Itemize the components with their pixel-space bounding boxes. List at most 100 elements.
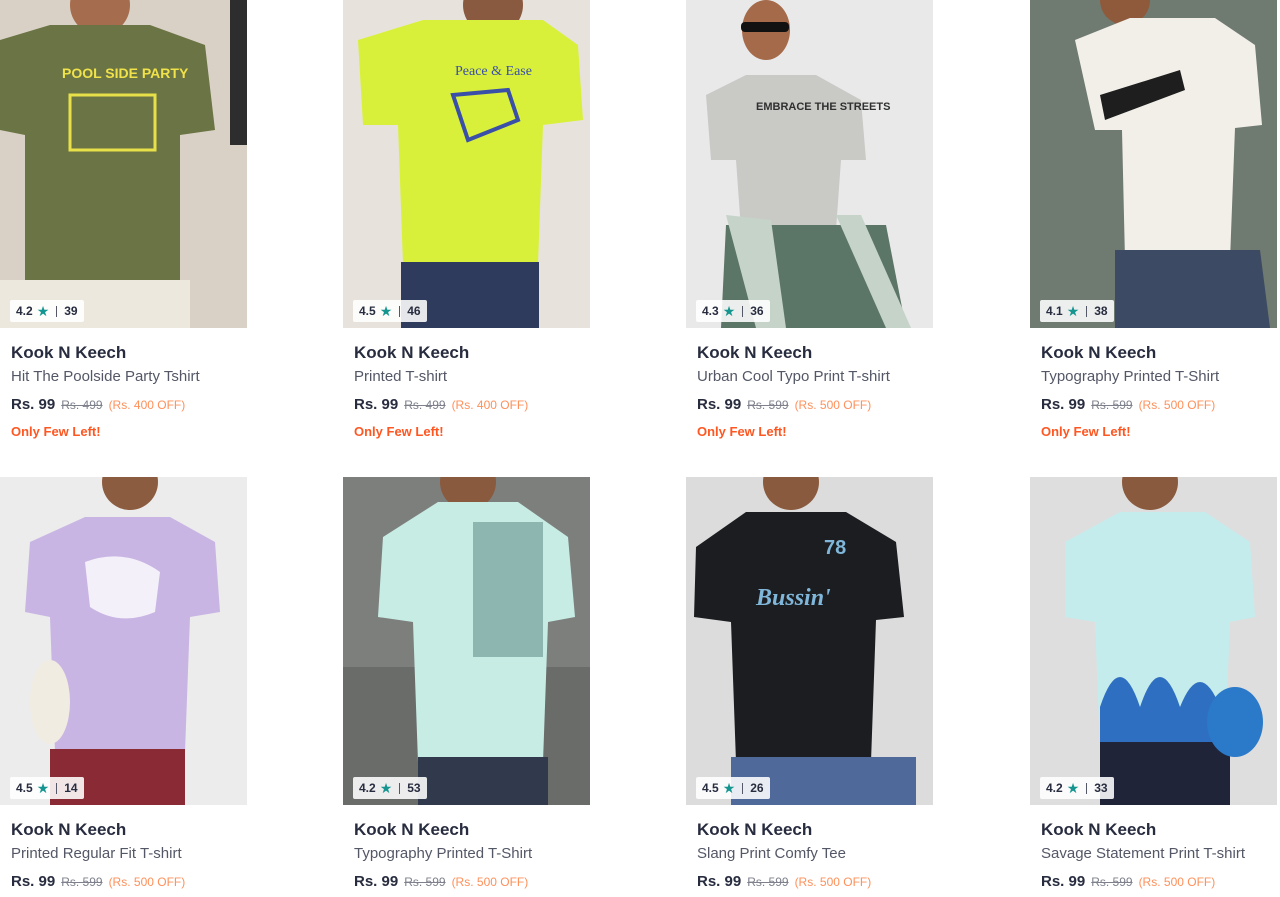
divider	[56, 305, 58, 317]
product-brand[interactable]: Kook N Keech	[354, 820, 469, 840]
price-row: Rs. 99 Rs. 599 (Rs. 500 OFF)	[354, 873, 528, 890]
current-price: Rs. 99	[11, 396, 56, 413]
price-row: Rs. 99 Rs. 499 (Rs. 400 OFF)	[354, 396, 528, 413]
product-brand[interactable]: Kook N Keech	[697, 343, 812, 363]
current-price: Rs. 99	[1041, 873, 1086, 890]
star-icon: ★	[1066, 780, 1080, 796]
discount-text: (Rs. 500 OFF)	[451, 875, 529, 889]
star-icon: ★	[36, 303, 50, 319]
product-card[interactable]: EMBRACE THE STREETS 4.3 ★ 36 Kook N Keec…	[686, 0, 933, 439]
rating-count: 39	[64, 304, 78, 318]
current-price: Rs. 99	[1041, 396, 1086, 413]
rating-value: 4.3	[702, 304, 719, 318]
rating-count: 26	[750, 781, 764, 795]
product-brand[interactable]: Kook N Keech	[11, 343, 126, 363]
rating-badge: 4.5 ★ 26	[696, 777, 770, 799]
product-card[interactable]: POOL SIDE PARTY 4.2 ★ 39 Kook N Keech Hi…	[0, 0, 247, 439]
rating-badge: 4.2 ★ 53	[353, 777, 427, 799]
rating-badge: 4.5 ★ 14	[10, 777, 84, 799]
discount-text: (Rs. 500 OFF)	[794, 875, 872, 889]
product-grid: POOL SIDE PARTY 4.2 ★ 39 Kook N Keech Hi…	[0, 0, 1280, 897]
product-image[interactable]: POOL SIDE PARTY 4.2 ★ 39	[0, 0, 247, 328]
original-price: Rs. 599	[747, 875, 789, 889]
rating-badge: 4.2 ★ 33	[1040, 777, 1114, 799]
product-card[interactable]: 4.2 ★ 53 Kook N Keech Typography Printed…	[343, 477, 590, 890]
product-image[interactable]: 4.2 ★ 33	[1030, 477, 1277, 805]
original-price: Rs. 499	[61, 398, 103, 412]
product-name[interactable]: Hit The Poolside Party Tshirt	[11, 368, 200, 385]
discount-text: (Rs. 500 OFF)	[1138, 875, 1216, 889]
discount-text: (Rs. 500 OFF)	[1138, 398, 1216, 412]
star-icon: ★	[722, 303, 736, 319]
discount-text: (Rs. 500 OFF)	[794, 398, 872, 412]
current-price: Rs. 99	[697, 873, 742, 890]
divider	[399, 782, 401, 794]
tshirt-print-text: POOL SIDE PARTY	[62, 65, 189, 81]
product-card[interactable]: 78 Bussin' 4.5 ★ 26 Kook N Keech Slang P…	[686, 477, 933, 890]
price-row: Rs. 99 Rs. 599 (Rs. 500 OFF)	[1041, 396, 1215, 413]
rating-value: 4.2	[16, 304, 33, 318]
product-brand[interactable]: Kook N Keech	[1041, 343, 1156, 363]
stock-warning: Only Few Left!	[354, 424, 444, 439]
rating-badge: 4.1 ★ 38	[1040, 300, 1114, 322]
star-icon: ★	[36, 780, 50, 796]
divider	[742, 305, 744, 317]
product-card[interactable]: Peace & Ease 4.5 ★ 46 Kook N Keech Print…	[343, 0, 590, 439]
product-brand[interactable]: Kook N Keech	[11, 820, 126, 840]
product-image[interactable]: 78 Bussin' 4.5 ★ 26	[686, 477, 933, 805]
rating-value: 4.5	[359, 304, 376, 318]
rating-count: 33	[1094, 781, 1108, 795]
divider	[56, 782, 58, 794]
product-name[interactable]: Savage Statement Print T-shirt	[1041, 845, 1245, 862]
product-image[interactable]: 4.5 ★ 14	[0, 477, 247, 805]
tshirt-print-text: Bussin'	[755, 585, 831, 611]
stock-warning: Only Few Left!	[697, 424, 787, 439]
original-price: Rs. 599	[1091, 398, 1133, 412]
product-image[interactable]: 4.2 ★ 53	[343, 477, 590, 805]
tshirt-print-text: EMBRACE THE STREETS	[756, 101, 890, 113]
original-price: Rs. 499	[404, 398, 446, 412]
rating-value: 4.1	[1046, 304, 1063, 318]
original-price: Rs. 599	[404, 875, 446, 889]
product-name[interactable]: Slang Print Comfy Tee	[697, 845, 846, 862]
price-row: Rs. 99 Rs. 599 (Rs. 500 OFF)	[1041, 873, 1215, 890]
product-image[interactable]: EMBRACE THE STREETS 4.3 ★ 36	[686, 0, 933, 328]
divider	[1086, 782, 1088, 794]
star-icon: ★	[379, 780, 393, 796]
current-price: Rs. 99	[354, 873, 399, 890]
star-icon: ★	[379, 303, 393, 319]
product-brand[interactable]: Kook N Keech	[1041, 820, 1156, 840]
rating-value: 4.5	[702, 781, 719, 795]
rating-badge: 4.2 ★ 39	[10, 300, 84, 322]
product-brand[interactable]: Kook N Keech	[697, 820, 812, 840]
product-name[interactable]: Printed T-shirt	[354, 368, 447, 385]
divider	[399, 305, 401, 317]
price-row: Rs. 99 Rs. 499 (Rs. 400 OFF)	[11, 396, 185, 413]
product-image[interactable]: 4.1 ★ 38	[1030, 0, 1277, 328]
original-price: Rs. 599	[61, 875, 103, 889]
rating-count: 14	[64, 781, 78, 795]
current-price: Rs. 99	[354, 396, 399, 413]
product-brand[interactable]: Kook N Keech	[354, 343, 469, 363]
current-price: Rs. 99	[11, 873, 56, 890]
rating-count: 36	[750, 304, 764, 318]
product-image[interactable]: Peace & Ease 4.5 ★ 46	[343, 0, 590, 328]
rating-count: 53	[407, 781, 421, 795]
price-row: Rs. 99 Rs. 599 (Rs. 500 OFF)	[697, 873, 871, 890]
original-price: Rs. 599	[747, 398, 789, 412]
divider	[1086, 305, 1088, 317]
product-card[interactable]: 4.2 ★ 33 Kook N Keech Savage Statement P…	[1030, 477, 1277, 890]
product-card[interactable]: 4.5 ★ 14 Kook N Keech Printed Regular Fi…	[0, 477, 247, 890]
rating-value: 4.2	[1046, 781, 1063, 795]
tshirt-print-number: 78	[824, 537, 846, 559]
product-name[interactable]: Printed Regular Fit T-shirt	[11, 845, 182, 862]
product-card[interactable]: 4.1 ★ 38 Kook N Keech Typography Printed…	[1030, 0, 1277, 439]
product-name[interactable]: Urban Cool Typo Print T-shirt	[697, 368, 890, 385]
rating-value: 4.5	[16, 781, 33, 795]
divider	[742, 782, 744, 794]
discount-text: (Rs. 400 OFF)	[451, 398, 529, 412]
product-name[interactable]: Typography Printed T-Shirt	[1041, 368, 1219, 385]
discount-text: (Rs. 400 OFF)	[108, 398, 186, 412]
product-name[interactable]: Typography Printed T-Shirt	[354, 845, 532, 862]
tshirt-print-text: Peace & Ease	[455, 64, 532, 79]
